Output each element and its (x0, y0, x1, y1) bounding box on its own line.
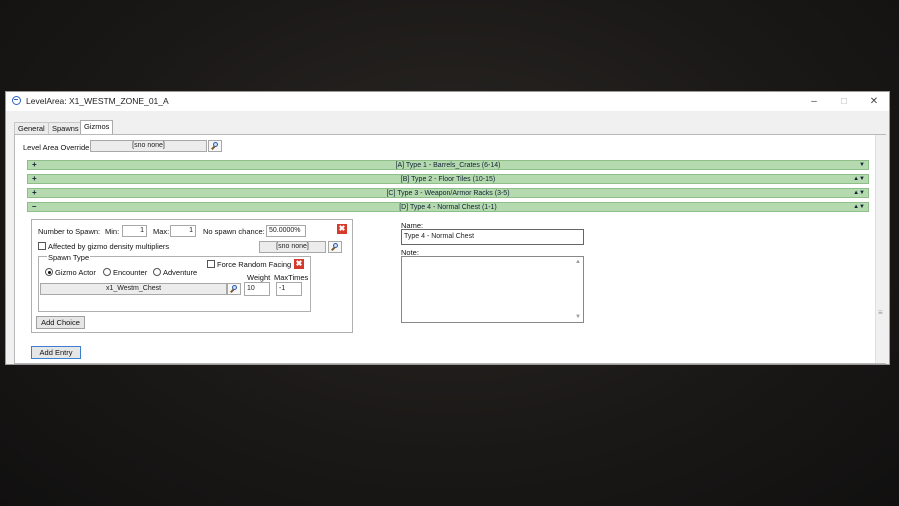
search-icon[interactable] (208, 140, 222, 152)
level-area-override-field[interactable]: [sno none] (90, 140, 207, 152)
search-icon[interactable] (328, 241, 342, 253)
scroll-down-icon[interactable]: ▼ (575, 314, 581, 320)
section-type-4[interactable]: – [D] Type 4 - Normal Chest (1-1) ▲▼ (27, 202, 869, 212)
expand-icon[interactable]: + (32, 161, 37, 169)
note-textarea[interactable]: ▲ ▼ (401, 256, 584, 323)
level-area-window: LevelArea: X1_WESTM_ZONE_01_A – ☐ ✕ Gene… (5, 91, 890, 365)
spawn-entry-box: Number to Spawn: Min: 1 Max: 1 No spawn … (31, 219, 353, 333)
remove-entry-icon[interactable]: ✖ (337, 224, 347, 234)
section-label: [D] Type 4 - Normal Chest (1-1) (399, 204, 497, 211)
force-random-facing-label: Force Random Facing (217, 260, 292, 269)
encounter-radio[interactable] (103, 268, 111, 276)
adventure-label: Adventure (163, 268, 198, 277)
expand-icon[interactable]: + (32, 189, 37, 197)
min-label: Min: (105, 227, 120, 236)
max-input[interactable]: 1 (170, 225, 196, 237)
add-entry-button[interactable]: Add Entry (31, 346, 81, 359)
weight-input[interactable]: 10 (244, 282, 270, 296)
vertical-scrollbar[interactable]: ≡ (875, 135, 886, 363)
minimize-button[interactable]: – (800, 94, 828, 109)
force-random-facing-checkbox[interactable] (207, 260, 215, 268)
encounter-label: Encounter (113, 268, 148, 277)
title-bar: LevelArea: X1_WESTM_ZONE_01_A – ☐ ✕ (6, 92, 889, 111)
spawn-type-label: Spawn Type (47, 253, 91, 262)
section-type-1[interactable]: + [A] Type 1 - Barrels_Crates (6-14) ▼ (27, 160, 869, 170)
density-checkbox[interactable] (38, 242, 46, 250)
reorder-arrows-icon[interactable]: ▲▼ (853, 203, 865, 212)
tab-gizmos[interactable]: Gizmos (80, 120, 114, 135)
max-label: Max: (153, 227, 170, 236)
close-button[interactable]: ✕ (860, 94, 888, 109)
reorder-arrows-icon[interactable]: ▲▼ (853, 175, 865, 184)
reorder-arrows-icon[interactable]: ▲▼ (853, 189, 865, 198)
density-label: Affected by gizmo density multipliers (48, 242, 170, 251)
collapse-icon[interactable]: – (32, 203, 36, 211)
maxtimes-label: MaxTimes (274, 273, 309, 282)
min-input[interactable]: 1 (122, 225, 147, 237)
level-area-override-label: Level Area Override (23, 143, 90, 152)
search-icon[interactable] (227, 283, 241, 295)
no-spawn-chance-label: No spawn chance: (203, 227, 265, 236)
number-to-spawn-label: Number to Spawn: (38, 227, 101, 236)
weight-label: Weight (247, 273, 271, 282)
reorder-arrows-icon[interactable]: ▼ (859, 161, 865, 170)
section-label: [B] Type 2 - Floor Tiles (10-15) (400, 176, 496, 183)
add-choice-button[interactable]: Add Choice (36, 316, 85, 329)
scroll-grip-icon[interactable]: ≡ (878, 308, 883, 317)
actor-field[interactable]: x1_Westm_Chest (40, 283, 227, 295)
maximize-button[interactable]: ☐ (830, 94, 858, 109)
gizmo-actor-label: Gizmo Actor (55, 268, 96, 277)
scroll-up-icon[interactable]: ▲ (575, 259, 581, 265)
density-sno-field[interactable]: [sno none] (259, 241, 326, 253)
section-type-3[interactable]: + [C] Type 3 - Weapon/Armor Racks (3-5) … (27, 188, 869, 198)
window-title: LevelArea: X1_WESTM_ZONE_01_A (26, 96, 169, 106)
adventure-radio[interactable] (153, 268, 161, 276)
section-type-2[interactable]: + [B] Type 2 - Floor Tiles (10-15) ▲▼ (27, 174, 869, 184)
expand-icon[interactable]: + (32, 175, 37, 183)
name-input[interactable]: Type 4 - Normal Chest (401, 229, 584, 245)
maxtimes-input[interactable]: -1 (276, 282, 302, 296)
section-label: [C] Type 3 - Weapon/Armor Racks (3-5) (386, 190, 510, 197)
no-spawn-chance-input[interactable]: 50.0000% (266, 225, 306, 237)
gizmo-actor-radio[interactable] (45, 268, 53, 276)
section-label: [A] Type 1 - Barrels_Crates (6-14) (395, 162, 501, 169)
spawn-type-group: Spawn Type Gizmo Actor Encounter Adventu… (38, 253, 311, 312)
app-icon (12, 96, 21, 105)
remove-choice-icon[interactable]: ✖ (294, 259, 304, 269)
gizmos-panel: Level Area Override [sno none] + [A] Typ… (14, 134, 886, 364)
